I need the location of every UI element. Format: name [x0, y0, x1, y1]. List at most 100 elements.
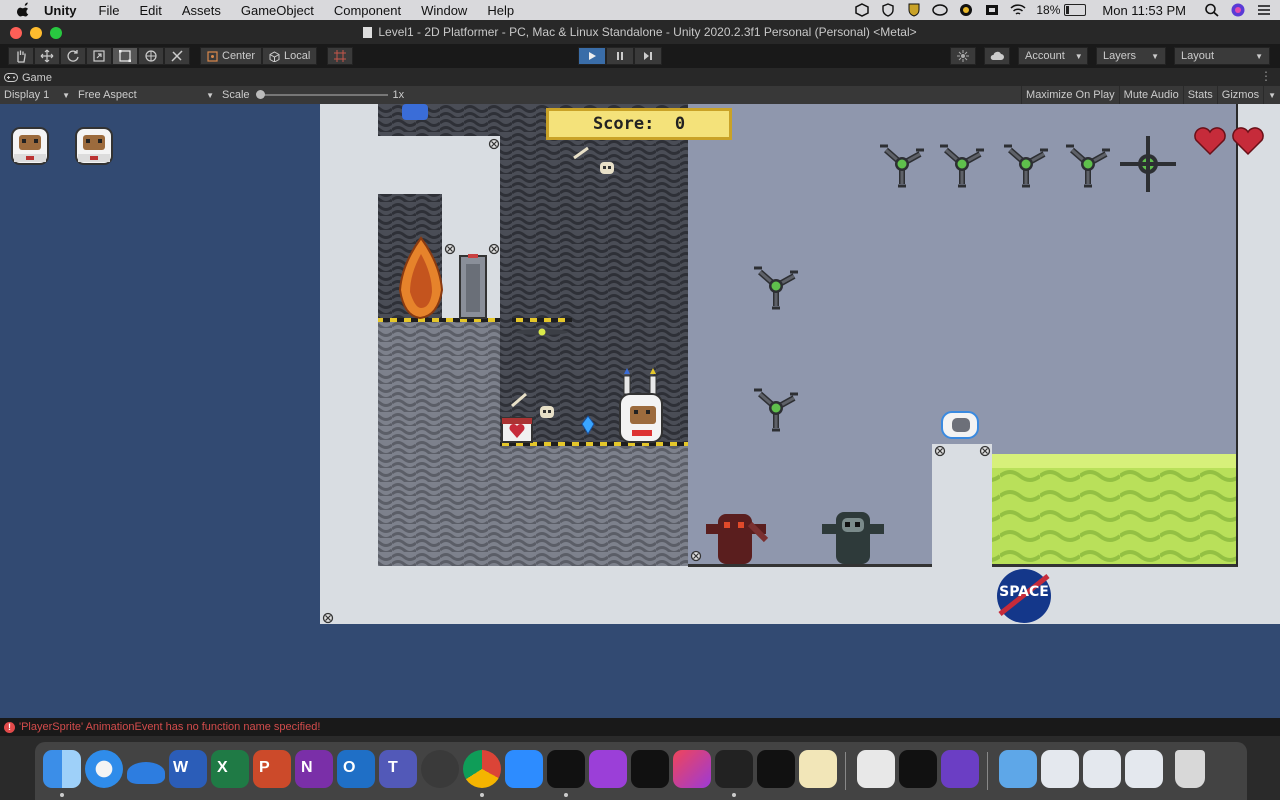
- battery-level: [1066, 6, 1070, 14]
- outlook-icon[interactable]: O: [337, 750, 375, 788]
- menu-component[interactable]: Component: [334, 3, 401, 18]
- move-icon: [40, 49, 54, 63]
- menubar-status-area: 18% Mon 11:53 PM: [854, 0, 1272, 20]
- cc-status-icon[interactable]: [932, 3, 949, 17]
- menu-window[interactable]: Window: [421, 3, 467, 18]
- textedit-icon[interactable]: [857, 750, 895, 788]
- excel-icon[interactable]: X: [211, 750, 249, 788]
- trash-icon[interactable]: [1175, 750, 1205, 788]
- aseprite-icon[interactable]: [421, 750, 459, 788]
- console-last-message[interactable]: ! 'PlayerSprite' AnimationEvent has no f…: [4, 721, 320, 733]
- menu-file[interactable]: File: [99, 3, 120, 18]
- unity-toolbar: Center Local Account ▼ Layers ▼ Layout ▼: [0, 44, 1280, 68]
- tab-options-icon[interactable]: ⋮: [1260, 69, 1272, 83]
- teams-icon[interactable]: T: [379, 750, 417, 788]
- window-controls: [10, 27, 62, 39]
- menu-app-unity[interactable]: Unity: [44, 3, 77, 18]
- magnet-status-icon[interactable]: [984, 3, 1000, 17]
- tab-game[interactable]: Game: [4, 69, 52, 86]
- zoom-icon[interactable]: [505, 750, 543, 788]
- unity-icon[interactable]: [899, 750, 937, 788]
- running-indicator: [480, 793, 484, 797]
- screenshot-icon[interactable]: [1083, 750, 1121, 788]
- play-button[interactable]: [578, 47, 606, 65]
- screenshot-icon[interactable]: [1041, 750, 1079, 788]
- spotlight-search-icon[interactable]: [1204, 3, 1220, 17]
- finder-icon[interactable]: [43, 750, 81, 788]
- scale-slider[interactable]: [255, 90, 388, 99]
- step-button[interactable]: [634, 47, 662, 65]
- onenote-icon[interactable]: N: [295, 750, 333, 788]
- minimize-window-button[interactable]: [30, 27, 42, 39]
- creative-cloud-icon[interactable]: [673, 750, 711, 788]
- gizmos-toggle[interactable]: Gizmos: [1216, 86, 1264, 104]
- avast-status-icon[interactable]: [958, 3, 974, 17]
- visual-studio-icon[interactable]: [941, 750, 979, 788]
- downloads-folder-icon[interactable]: [999, 750, 1037, 788]
- rotate-tool-button[interactable]: [60, 47, 86, 65]
- pivot-local-toggle[interactable]: Local: [262, 47, 318, 65]
- rect-transform-icon: [119, 50, 131, 62]
- layers-dropdown[interactable]: Layers ▼: [1096, 47, 1166, 65]
- menu-edit[interactable]: Edit: [139, 3, 161, 18]
- screenshot-icon[interactable]: [1125, 750, 1163, 788]
- battery-indicator[interactable]: 18%: [1036, 3, 1087, 17]
- chevron-down-icon: ▼: [1268, 90, 1276, 100]
- shield-status-icon[interactable]: [880, 3, 896, 17]
- mute-audio-toggle[interactable]: Mute Audio: [1118, 86, 1183, 104]
- maximize-on-play-toggle[interactable]: Maximize On Play: [1021, 86, 1119, 104]
- display-dropdown[interactable]: Display 1 ▼: [4, 89, 70, 101]
- chevron-down-icon: ▼: [1151, 51, 1159, 61]
- transform-tool-button[interactable]: [138, 47, 164, 65]
- pivot-center-toggle[interactable]: Center: [200, 47, 263, 65]
- collab-button[interactable]: [950, 47, 976, 65]
- unity-icon[interactable]: [757, 750, 795, 788]
- word-icon[interactable]: W: [169, 750, 207, 788]
- aspect-dropdown[interactable]: Free Aspect ▼: [78, 89, 214, 101]
- custom-tool-button[interactable]: [164, 47, 190, 65]
- scale-tool-button[interactable]: [86, 47, 112, 65]
- close-window-button[interactable]: [10, 27, 22, 39]
- move-tool-button[interactable]: [34, 47, 60, 65]
- chrome-icon[interactable]: [463, 750, 501, 788]
- cloud-button[interactable]: [984, 47, 1010, 65]
- console-status-bar[interactable]: ! 'PlayerSprite' AnimationEvent has no f…: [0, 718, 1280, 736]
- gizmos-dropdown[interactable]: ▼: [1263, 86, 1280, 104]
- appletv-icon[interactable]: [631, 750, 669, 788]
- grid-snap-button[interactable]: [327, 47, 354, 65]
- menubar-clock[interactable]: Mon 11:53 PM: [1102, 3, 1186, 18]
- menu-help[interactable]: Help: [487, 3, 514, 18]
- hand-tool-button[interactable]: [8, 47, 34, 65]
- pause-button[interactable]: [606, 47, 634, 65]
- siri-icon[interactable]: [1230, 3, 1246, 17]
- wifi-status-icon[interactable]: [1010, 3, 1026, 17]
- norton-status-icon[interactable]: [906, 3, 922, 17]
- zoom-window-button[interactable]: [50, 27, 62, 39]
- level-canvas[interactable]: Score: 0 SPACE: [320, 104, 1280, 624]
- dock-separator: [845, 752, 846, 790]
- podcasts-icon[interactable]: [589, 750, 627, 788]
- powerpoint-icon[interactable]: P: [253, 750, 291, 788]
- tab-game-label: Game: [22, 71, 52, 84]
- control-center-icon[interactable]: [1256, 3, 1272, 17]
- unity-icon[interactable]: [547, 750, 585, 788]
- unity-hub-icon[interactable]: [715, 750, 753, 788]
- menu-assets[interactable]: Assets: [182, 3, 221, 18]
- space-logo-text: SPACE: [999, 584, 1049, 600]
- onedrive-icon[interactable]: [127, 762, 165, 784]
- script-editor-icon[interactable]: [799, 750, 837, 788]
- rect-tool-button[interactable]: [112, 47, 138, 65]
- playmode-controls: [578, 47, 662, 65]
- menu-gameobject[interactable]: GameObject: [241, 3, 314, 18]
- unity-status-icon[interactable]: [854, 3, 870, 17]
- toolbar-right: Account ▼ Layers ▼ Layout ▼: [950, 47, 1270, 65]
- stats-toggle[interactable]: Stats: [1182, 86, 1217, 104]
- layout-dropdown[interactable]: Layout ▼: [1174, 47, 1270, 65]
- account-dropdown[interactable]: Account ▼: [1018, 47, 1088, 65]
- aspect-label: Free Aspect: [78, 89, 137, 101]
- safari-icon[interactable]: [85, 750, 123, 788]
- game-view[interactable]: Score: 0 SPACE: [0, 104, 1280, 718]
- chevron-down-icon: ▼: [206, 90, 214, 100]
- scale-slider-knob[interactable]: [255, 90, 265, 99]
- apple-menu-icon[interactable]: [16, 2, 32, 18]
